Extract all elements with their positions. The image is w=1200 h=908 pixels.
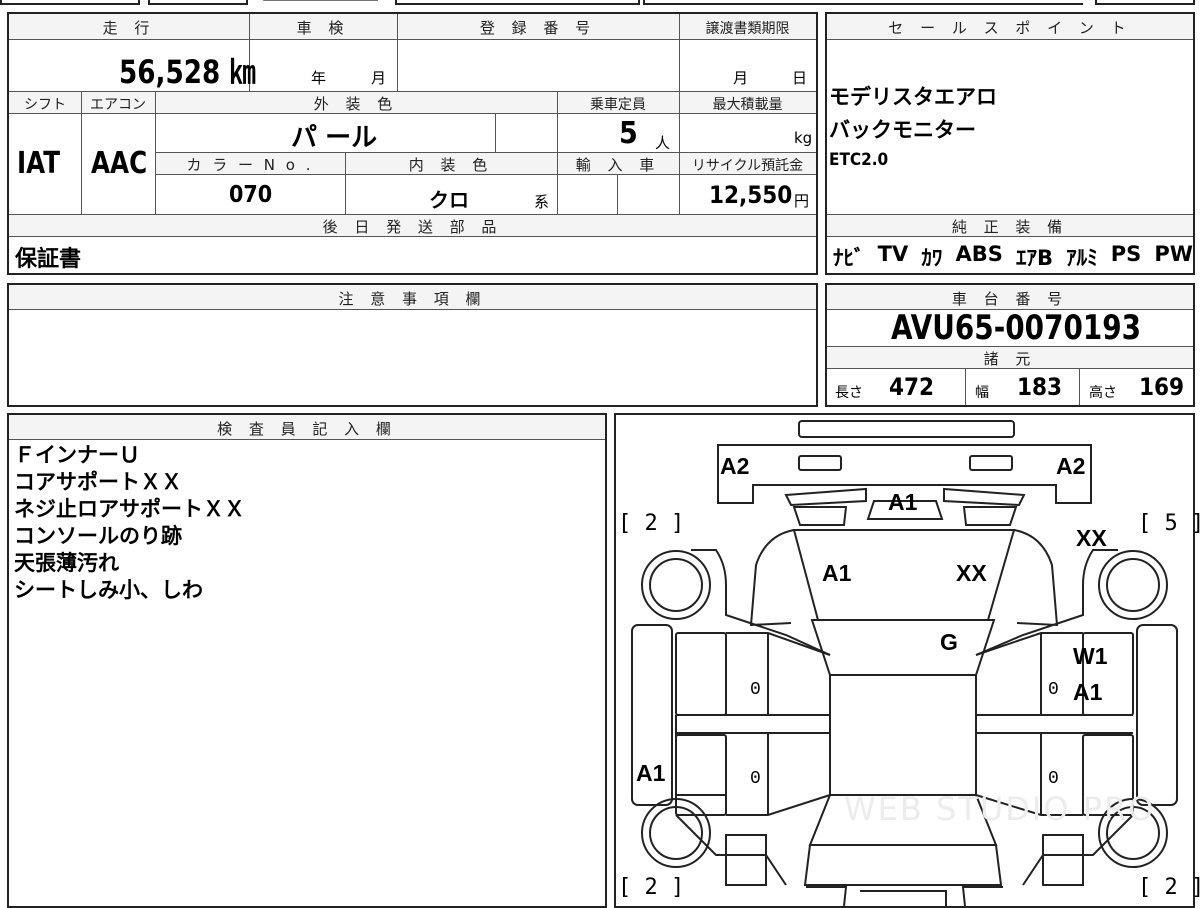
damage-mark: A1 bbox=[1073, 679, 1103, 705]
transfer-deadline-header: 譲渡書類期限 bbox=[705, 21, 790, 37]
equipment-item: PS bbox=[1110, 242, 1142, 266]
recycle-fee-value: 12,550 bbox=[709, 181, 793, 209]
inspection-year-label: 年 bbox=[311, 69, 327, 87]
equipment-item: PW bbox=[1154, 242, 1193, 266]
equipment-item: ABS bbox=[955, 242, 1003, 266]
watermark-text: WEB STUDIO PRO bbox=[844, 790, 1156, 828]
shift-header: シフト bbox=[24, 97, 66, 113]
width-value: 183 bbox=[1017, 373, 1063, 401]
color-no-header: カ ラ ー N o . bbox=[186, 156, 314, 174]
panel-zero-mark: 0 bbox=[750, 769, 761, 789]
aircon-header: エアコン bbox=[90, 97, 146, 113]
panel-zero-mark: 0 bbox=[750, 680, 761, 700]
chassis-panel: 車 台 番 号 AVU65-0070193 諸 元 長さ 472 幅 183 高… bbox=[825, 283, 1195, 407]
notes-header: 注 意 事 項 欄 bbox=[338, 290, 487, 308]
notes-panel: 注 意 事 項 欄 bbox=[7, 283, 818, 407]
damage-mark: A1 bbox=[636, 760, 666, 786]
width-label: 幅 bbox=[975, 385, 989, 401]
inspector-header: 検 査 員 記 入 欄 bbox=[217, 420, 397, 438]
inspector-note-line: 天張薄汚れ bbox=[14, 551, 119, 575]
inspector-note-line: ネジ止ロアサポートＸＸ bbox=[14, 497, 245, 521]
capacity-unit: 人 bbox=[655, 134, 671, 152]
equipment-item: ｶﾜ bbox=[921, 246, 943, 270]
tire-front-left: [ 2 ] bbox=[618, 511, 685, 536]
tire-rear-right: [ 2 ] bbox=[1138, 875, 1200, 900]
damage-mark: XX bbox=[1076, 525, 1107, 551]
inspector-note-line: コンソールのり跡 bbox=[14, 524, 182, 548]
damage-mark: A2 bbox=[720, 453, 750, 479]
equipment-item: ｱﾙﾐ bbox=[1066, 246, 1098, 270]
inspection-header: 車 検 bbox=[296, 19, 350, 37]
mileage-header: 走 行 bbox=[102, 19, 156, 37]
damage-mark: XX bbox=[956, 560, 987, 586]
transfer-day-label: 日 bbox=[792, 69, 808, 87]
inspector-note-line: シートしみ小、しわ bbox=[14, 578, 203, 602]
equipment-item: ﾅﾋﾞ bbox=[833, 246, 865, 270]
sales-points-header: セ ー ル ス ポ イ ン ト bbox=[888, 19, 1132, 37]
interior-color-value: クロ bbox=[429, 188, 469, 212]
aircon-value: AAC bbox=[91, 146, 148, 181]
exterior-color-value: パ ール bbox=[291, 123, 378, 153]
equipment-list: ﾅﾋﾞ TV ｶﾜ ABS ｴｱB ｱﾙﾐ PS PW bbox=[833, 242, 1193, 272]
panel-zero-mark: 0 bbox=[1048, 769, 1059, 789]
inspector-note-line: ＦインナーＵ bbox=[14, 443, 140, 467]
damage-mark: W1 bbox=[1073, 643, 1108, 669]
import-header: 輸 入 車 bbox=[575, 156, 661, 174]
chassis-number: AVU65-0070193 bbox=[891, 308, 1142, 348]
mileage-value: 56,528 ㎞ bbox=[119, 53, 256, 91]
transfer-month-label: 月 bbox=[733, 69, 749, 87]
vehicle-info-table: 走 行 車 検 登 録 番 号 譲渡書類期限 56,528 ㎞ 年 月 月 日 … bbox=[7, 12, 818, 275]
length-value: 472 bbox=[889, 373, 935, 401]
interior-color-header: 内 装 色 bbox=[408, 156, 494, 174]
max-load-unit: kg bbox=[794, 129, 813, 147]
chassis-header: 車 台 番 号 bbox=[951, 290, 1069, 308]
exterior-color-header: 外 装 色 bbox=[313, 95, 399, 113]
damage-mark: A2 bbox=[1056, 453, 1086, 479]
shift-value: IAT bbox=[17, 146, 61, 181]
top-cutoff-strip bbox=[0, 0, 1200, 6]
height-label: 高さ bbox=[1089, 385, 1117, 401]
inspector-note-line: コアサポートＸＸ bbox=[14, 470, 182, 494]
later-items-value: 保証書 bbox=[15, 247, 82, 272]
capacity-value: 5 bbox=[619, 116, 638, 151]
sales-point-item: モデリスタエアロ bbox=[829, 85, 997, 109]
equipment-item: TV bbox=[877, 242, 909, 266]
color-no-value: 070 bbox=[229, 182, 273, 208]
recycle-header: リサイクル預託金 bbox=[691, 158, 804, 174]
equipment-header: 純 正 装 備 bbox=[951, 218, 1069, 236]
max-load-header: 最大積載量 bbox=[712, 97, 783, 113]
later-items-header: 後 日 発 送 部 品 bbox=[322, 218, 503, 236]
length-label: 長さ bbox=[835, 385, 863, 401]
inspector-panel: 検 査 員 記 入 欄 ＦインナーＵ コアサポートＸＸ ネジ止ロアサポートＸＸ … bbox=[7, 413, 607, 908]
tire-front-right: [ 5 ] bbox=[1138, 511, 1200, 536]
registration-header: 登 録 番 号 bbox=[479, 19, 597, 37]
damage-mark: A1 bbox=[822, 560, 852, 586]
damage-mark: A1 bbox=[888, 489, 918, 515]
specs-header: 諸 元 bbox=[983, 350, 1037, 368]
inspection-month-label: 月 bbox=[371, 69, 387, 87]
interior-color-suffix: 系 bbox=[534, 193, 550, 211]
tire-rear-left: [ 2 ] bbox=[618, 875, 685, 900]
panel-zero-mark: 0 bbox=[1048, 680, 1059, 700]
sales-point-item: バックモニター bbox=[829, 118, 976, 142]
sales-point-item: ETC2.0 bbox=[829, 150, 889, 170]
damage-mark: G bbox=[940, 629, 958, 655]
equipment-item: ｴｱB bbox=[1015, 246, 1053, 270]
car-damage-diagram: WEB STUDIO PRO [ 2 ] [ 5 ] [ 2 ] [ 2 ] A… bbox=[614, 413, 1200, 908]
inspector-notes: ＦインナーＵ コアサポートＸＸ ネジ止ロアサポートＸＸ コンソールのり跡 天張薄… bbox=[14, 442, 245, 604]
sales-points-panel: セ ー ル ス ポ イ ン ト モデリスタエアロ バックモニター ETC2.0 … bbox=[825, 12, 1195, 275]
height-value: 169 bbox=[1139, 373, 1185, 401]
recycle-fee-unit: 円 bbox=[794, 192, 810, 210]
capacity-header: 乗車定員 bbox=[590, 97, 646, 113]
